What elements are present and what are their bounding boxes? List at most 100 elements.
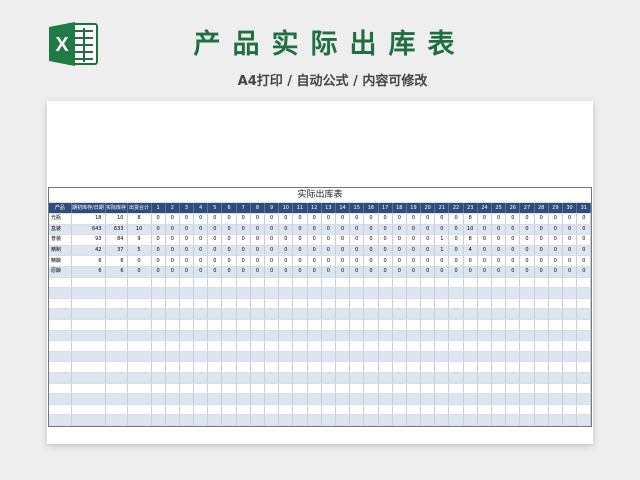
opening-stock-cell[interactable]: 6 bbox=[71, 255, 106, 267]
empty-cell[interactable] bbox=[505, 298, 521, 310]
empty-cell[interactable] bbox=[151, 414, 166, 426]
empty-cell[interactable] bbox=[534, 404, 549, 416]
day-cell[interactable]: 0 bbox=[434, 255, 450, 267]
empty-cell[interactable] bbox=[548, 383, 563, 395]
day-cell[interactable]: 0 bbox=[434, 224, 450, 236]
day-cell[interactable]: 0 bbox=[505, 266, 521, 278]
empty-cell[interactable] bbox=[349, 372, 365, 384]
empty-cell[interactable] bbox=[477, 298, 493, 310]
empty-cell[interactable] bbox=[491, 372, 507, 384]
empty-cell[interactable] bbox=[434, 298, 450, 310]
empty-cell[interactable] bbox=[236, 393, 251, 405]
empty-cell[interactable] bbox=[193, 383, 209, 395]
empty-cell[interactable] bbox=[420, 414, 436, 426]
empty-cell[interactable] bbox=[127, 287, 152, 299]
empty-cell[interactable] bbox=[179, 287, 195, 299]
empty-cell[interactable] bbox=[292, 308, 308, 320]
empty-cell[interactable] bbox=[519, 277, 535, 289]
column-header[interactable]: 17 bbox=[378, 202, 393, 214]
day-cell[interactable]: 0 bbox=[562, 213, 578, 225]
day-cell[interactable]: 0 bbox=[576, 266, 592, 278]
empty-cell[interactable] bbox=[505, 330, 521, 342]
empty-cell[interactable] bbox=[448, 361, 464, 373]
product-name-cell[interactable]: 光瓶 bbox=[49, 213, 72, 225]
day-cell[interactable]: 0 bbox=[420, 213, 436, 225]
empty-cell[interactable] bbox=[307, 330, 322, 342]
empty-cell[interactable] bbox=[448, 298, 464, 310]
empty-cell[interactable] bbox=[71, 308, 106, 320]
day-cell[interactable]: 0 bbox=[392, 234, 407, 246]
empty-cell[interactable] bbox=[105, 287, 128, 299]
empty-cell[interactable] bbox=[278, 372, 294, 384]
opening-stock-cell[interactable]: 6 bbox=[71, 266, 106, 278]
empty-cell[interactable] bbox=[278, 277, 294, 289]
empty-cell[interactable] bbox=[264, 414, 280, 426]
empty-cell[interactable] bbox=[562, 383, 578, 395]
day-cell[interactable]: 0 bbox=[576, 245, 592, 257]
empty-cell[interactable] bbox=[505, 372, 521, 384]
empty-cell[interactable] bbox=[307, 340, 322, 352]
empty-cell[interactable] bbox=[505, 287, 521, 299]
empty-cell[interactable] bbox=[519, 404, 535, 416]
day-cell[interactable]: 0 bbox=[321, 266, 336, 278]
empty-cell[interactable] bbox=[278, 319, 294, 331]
column-header[interactable]: 21 bbox=[434, 202, 450, 214]
empty-cell[interactable] bbox=[363, 404, 379, 416]
empty-cell[interactable] bbox=[207, 361, 223, 373]
empty-cell[interactable] bbox=[392, 372, 407, 384]
empty-cell[interactable] bbox=[292, 330, 308, 342]
day-cell[interactable]: 0 bbox=[534, 224, 549, 236]
day-cell[interactable]: 0 bbox=[307, 245, 322, 257]
empty-cell[interactable] bbox=[448, 340, 464, 352]
empty-cell[interactable] bbox=[165, 277, 180, 289]
empty-cell[interactable] bbox=[193, 361, 209, 373]
empty-cell[interactable] bbox=[392, 383, 407, 395]
day-cell[interactable]: 0 bbox=[534, 245, 549, 257]
empty-cell[interactable] bbox=[420, 287, 436, 299]
empty-cell[interactable] bbox=[278, 404, 294, 416]
empty-cell[interactable] bbox=[363, 330, 379, 342]
empty-cell[interactable] bbox=[420, 372, 436, 384]
empty-cell[interactable] bbox=[193, 351, 209, 363]
day-cell[interactable]: 0 bbox=[307, 213, 322, 225]
day-cell[interactable]: 0 bbox=[335, 234, 351, 246]
empty-cell[interactable] bbox=[71, 372, 106, 384]
day-cell[interactable]: 0 bbox=[420, 266, 436, 278]
empty-cell[interactable] bbox=[363, 361, 379, 373]
empty-cell[interactable] bbox=[349, 351, 365, 363]
day-cell[interactable]: 0 bbox=[321, 224, 336, 236]
day-cell[interactable]: 0 bbox=[165, 266, 180, 278]
empty-cell[interactable] bbox=[221, 308, 237, 320]
column-header[interactable]: 出货合计 bbox=[127, 202, 152, 214]
empty-cell[interactable] bbox=[519, 340, 535, 352]
day-cell[interactable]: 0 bbox=[392, 266, 407, 278]
day-cell[interactable]: 0 bbox=[519, 213, 535, 225]
day-cell[interactable]: 0 bbox=[406, 266, 422, 278]
day-cell[interactable]: 0 bbox=[349, 224, 365, 236]
empty-cell[interactable] bbox=[105, 393, 128, 405]
empty-cell[interactable] bbox=[505, 393, 521, 405]
empty-cell[interactable] bbox=[349, 319, 365, 331]
empty-cell[interactable] bbox=[534, 372, 549, 384]
empty-cell[interactable] bbox=[292, 383, 308, 395]
day-cell[interactable]: 0 bbox=[392, 224, 407, 236]
empty-cell[interactable] bbox=[321, 277, 336, 289]
empty-cell[interactable] bbox=[127, 319, 152, 331]
day-cell[interactable]: 0 bbox=[349, 255, 365, 267]
empty-cell[interactable] bbox=[207, 330, 223, 342]
empty-cell[interactable] bbox=[548, 351, 563, 363]
empty-cell[interactable] bbox=[250, 330, 266, 342]
empty-cell[interactable] bbox=[236, 319, 251, 331]
empty-cell[interactable] bbox=[221, 393, 237, 405]
day-cell[interactable]: 0 bbox=[250, 234, 266, 246]
empty-cell[interactable] bbox=[548, 308, 563, 320]
day-cell[interactable]: 0 bbox=[221, 234, 237, 246]
empty-cell[interactable] bbox=[193, 340, 209, 352]
column-header[interactable]: 25 bbox=[491, 202, 507, 214]
empty-cell[interactable] bbox=[378, 319, 393, 331]
empty-cell[interactable] bbox=[71, 330, 106, 342]
day-cell[interactable]: 0 bbox=[236, 245, 251, 257]
empty-cell[interactable] bbox=[576, 404, 592, 416]
empty-cell[interactable] bbox=[420, 383, 436, 395]
day-cell[interactable]: 0 bbox=[519, 224, 535, 236]
